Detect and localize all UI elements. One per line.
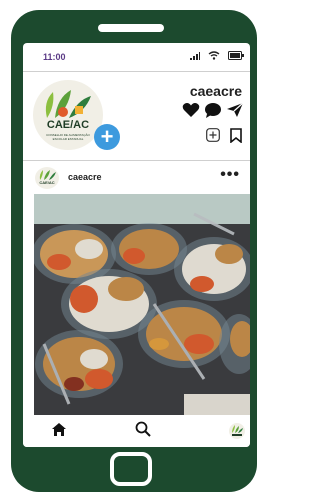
post-avatar-text: CAE/AC — [39, 180, 55, 185]
bottom-nav — [23, 416, 250, 447]
status-time: 11:00 — [43, 52, 66, 62]
status-bar: 11:00 — [23, 43, 250, 72]
food-plates-image — [34, 194, 250, 415]
send-icon[interactable] — [226, 102, 244, 118]
post-photo[interactable] — [34, 194, 250, 415]
comment-icon[interactable] — [204, 102, 222, 118]
add-square-icon[interactable] — [206, 128, 220, 142]
more-options-button[interactable]: ••• — [220, 166, 240, 184]
profile-actions — [182, 102, 244, 118]
phone-home-button[interactable] — [110, 452, 152, 486]
home-icon[interactable] — [51, 422, 67, 437]
post-header: CAE/AC caeacre ••• — [23, 161, 250, 194]
search-icon[interactable] — [135, 421, 151, 437]
leaf-logo-icon — [39, 170, 56, 180]
status-icons — [190, 51, 244, 60]
leaf-logo-icon — [45, 90, 91, 118]
bookmark-icon[interactable] — [230, 128, 242, 143]
signal-icon — [190, 51, 200, 60]
battery-icon — [228, 51, 244, 60]
profile-avatar[interactable]: CAE/AC CONSELHO DE ALIMENTAÇÃO ESCOLAR E… — [33, 80, 103, 150]
nav-profile-avatar[interactable] — [229, 423, 245, 439]
avatar-logo-subtext: CONSELHO DE ALIMENTAÇÃO ESCOLAR ESTADUAL — [46, 133, 90, 141]
add-story-button[interactable]: + — [94, 124, 120, 150]
phone-screen: 11:00 CAE/AC CONSELHO DE ALIMENTAÇÃO ESC… — [23, 43, 250, 447]
post-username[interactable]: caeacre — [68, 172, 102, 182]
profile-actions-secondary — [206, 128, 242, 143]
profile-header: CAE/AC CONSELHO DE ALIMENTAÇÃO ESCOLAR E… — [23, 72, 250, 161]
profile-username: caeacre — [189, 83, 242, 99]
avatar-logo-text: CAE/AC — [46, 119, 90, 131]
post-avatar[interactable]: CAE/AC — [35, 167, 59, 189]
phone-speaker — [98, 24, 164, 32]
heart-icon[interactable] — [182, 102, 200, 118]
wifi-icon — [208, 51, 220, 60]
leaf-logo-icon — [232, 425, 243, 436]
